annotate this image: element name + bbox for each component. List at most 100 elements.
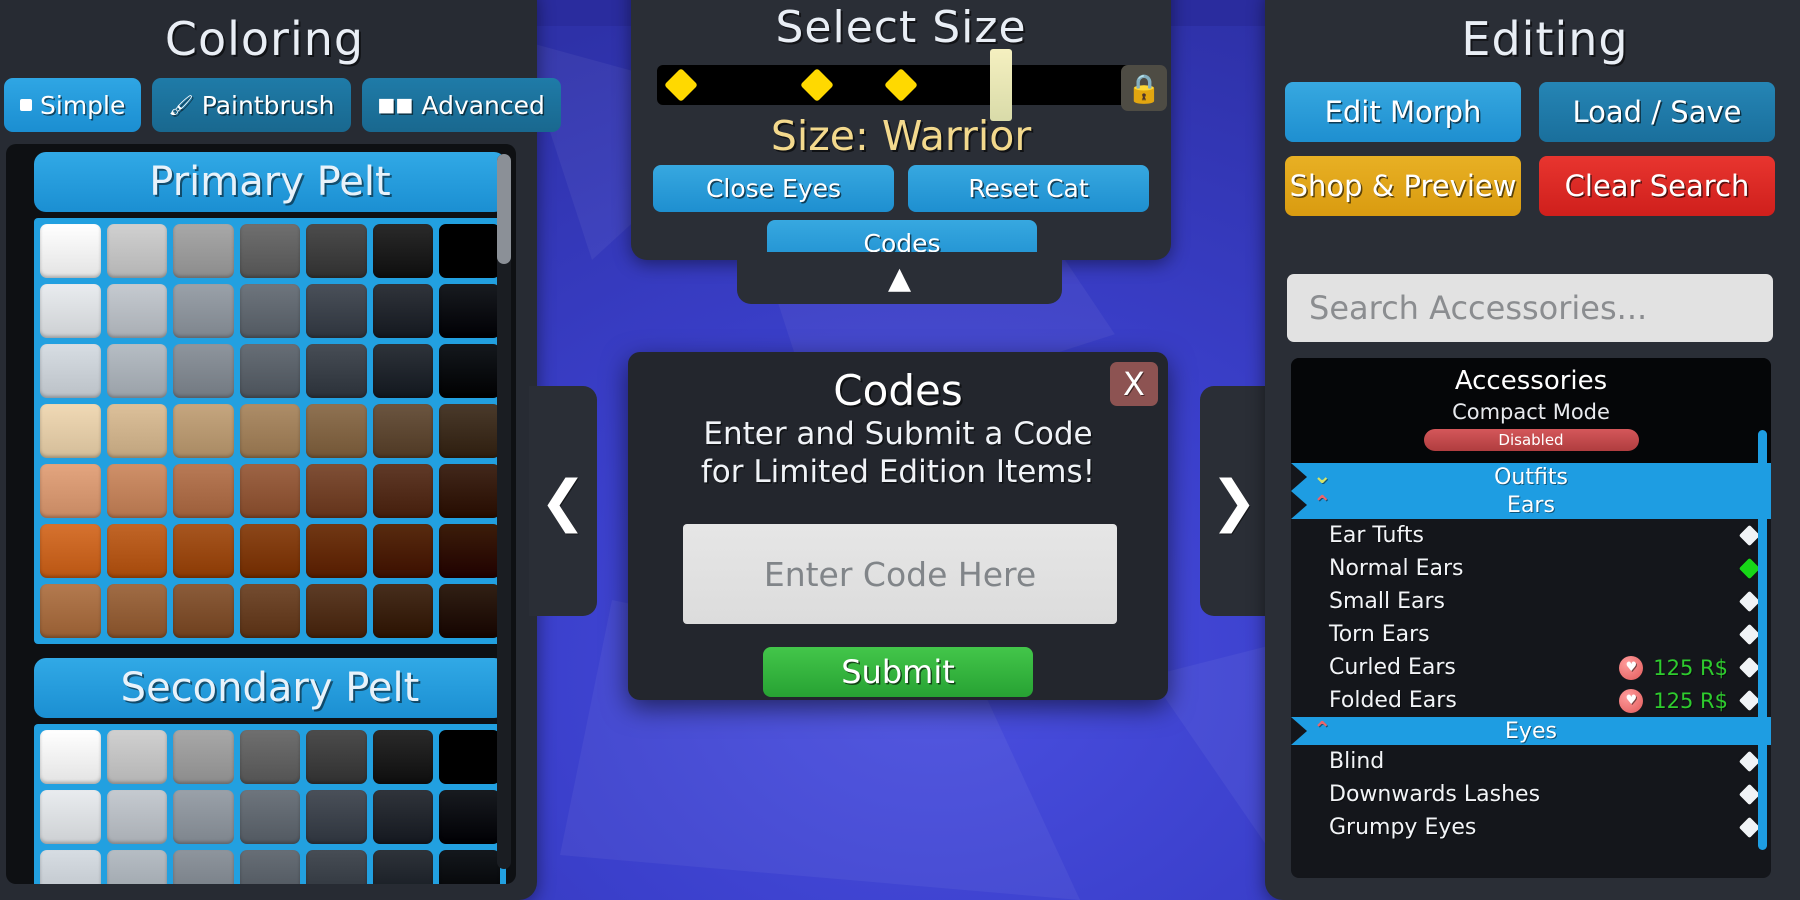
size-notch[interactable] <box>884 68 918 102</box>
color-swatch[interactable] <box>173 284 234 338</box>
section-secondary-pelt[interactable]: Secondary Pelt <box>34 658 506 718</box>
equip-diamond-icon[interactable] <box>1738 816 1761 839</box>
edit-morph-button[interactable]: Edit Morph <box>1285 82 1521 142</box>
color-swatch[interactable] <box>40 730 101 784</box>
color-swatch[interactable] <box>372 404 434 458</box>
color-swatch[interactable] <box>106 344 168 398</box>
color-swatch[interactable] <box>372 224 434 278</box>
section-primary-pelt[interactable]: Primary Pelt <box>34 152 506 212</box>
lock-icon[interactable]: 🔒 <box>1121 65 1167 111</box>
color-swatch[interactable] <box>239 524 301 578</box>
equip-diamond-icon[interactable] <box>1738 783 1761 806</box>
primary-pelt-swatches[interactable] <box>34 218 506 644</box>
accessory-row[interactable]: Normal Ears <box>1291 552 1771 585</box>
color-swatch[interactable] <box>239 404 301 458</box>
previous-page-arrow[interactable]: ❮ <box>529 386 597 616</box>
color-swatch[interactable] <box>306 404 367 458</box>
color-swatch[interactable] <box>439 404 500 458</box>
clear-search-button[interactable]: Clear Search <box>1539 156 1775 216</box>
color-swatch[interactable] <box>40 524 101 578</box>
color-swatch[interactable] <box>40 464 101 518</box>
color-swatch[interactable] <box>439 790 500 844</box>
color-swatch[interactable] <box>306 284 367 338</box>
accessories-list[interactable]: Accessories Compact Mode Disabled ⌄ Outfi… <box>1291 358 1771 878</box>
color-swatch[interactable] <box>372 344 434 398</box>
color-swatch[interactable] <box>439 584 500 638</box>
accessory-row[interactable]: Torn Ears <box>1291 618 1771 651</box>
color-swatch[interactable] <box>372 524 434 578</box>
color-swatch[interactable] <box>439 524 500 578</box>
color-swatch[interactable] <box>173 584 234 638</box>
coloring-scrollbar-thumb[interactable] <box>497 154 511 264</box>
color-swatch[interactable] <box>106 584 168 638</box>
color-swatch[interactable] <box>306 224 367 278</box>
color-swatch[interactable] <box>40 344 101 398</box>
color-swatch[interactable] <box>173 790 234 844</box>
color-swatch[interactable] <box>439 730 500 784</box>
color-swatch[interactable] <box>372 284 434 338</box>
color-swatch[interactable] <box>239 850 301 884</box>
color-swatch[interactable] <box>239 344 301 398</box>
color-swatch[interactable] <box>40 584 101 638</box>
category-header-ears[interactable]: ⌃ Ears <box>1291 491 1771 519</box>
color-swatch[interactable] <box>106 730 168 784</box>
equip-diamond-icon[interactable] <box>1738 524 1761 547</box>
color-swatch[interactable] <box>106 464 168 518</box>
swatch-scroll-area[interactable]: Primary Pelt Secondary Pelt <box>6 144 516 884</box>
tab-paintbrush[interactable]: 🖌 Paintbrush <box>152 78 351 132</box>
tab-simple[interactable]: Simple <box>4 78 142 132</box>
color-swatch[interactable] <box>306 464 367 518</box>
color-swatch[interactable] <box>40 224 101 278</box>
color-swatch[interactable] <box>173 524 234 578</box>
color-swatch[interactable] <box>439 284 500 338</box>
color-swatch[interactable] <box>106 224 168 278</box>
color-swatch[interactable] <box>372 850 434 884</box>
color-swatch[interactable] <box>439 344 500 398</box>
close-eyes-button[interactable]: Close Eyes <box>653 165 894 212</box>
secondary-pelt-swatches[interactable] <box>34 724 506 884</box>
color-swatch[interactable] <box>372 464 434 518</box>
color-swatch[interactable] <box>106 524 168 578</box>
collapse-panel-button[interactable]: ▲ <box>737 252 1062 304</box>
color-swatch[interactable] <box>372 584 434 638</box>
close-icon[interactable]: X <box>1110 362 1158 406</box>
color-swatch[interactable] <box>106 790 168 844</box>
color-swatch[interactable] <box>239 790 301 844</box>
accessory-row[interactable]: Ear Tufts <box>1291 519 1771 552</box>
color-swatch[interactable] <box>239 730 301 784</box>
color-swatch[interactable] <box>106 850 168 884</box>
submit-code-button[interactable]: Submit <box>763 647 1033 697</box>
color-swatch[interactable] <box>372 790 434 844</box>
color-swatch[interactable] <box>239 224 301 278</box>
equip-diamond-icon[interactable] <box>1738 656 1761 679</box>
color-swatch[interactable] <box>173 850 234 884</box>
color-swatch[interactable] <box>173 224 234 278</box>
color-swatch[interactable] <box>306 524 367 578</box>
accessory-row[interactable]: Blind <box>1291 745 1771 778</box>
color-swatch[interactable] <box>239 464 301 518</box>
color-swatch[interactable] <box>40 850 101 884</box>
color-swatch[interactable] <box>439 464 500 518</box>
color-swatch[interactable] <box>306 344 367 398</box>
color-swatch[interactable] <box>106 404 168 458</box>
load-save-button[interactable]: Load / Save <box>1539 82 1775 142</box>
category-header-outfits[interactable]: ⌄ Outfits <box>1291 463 1771 491</box>
shop-preview-button[interactable]: Shop & Preview <box>1285 156 1521 216</box>
code-input[interactable] <box>683 524 1117 624</box>
compact-mode-toggle[interactable]: Disabled <box>1423 429 1639 451</box>
color-swatch[interactable] <box>306 850 367 884</box>
color-swatch[interactable] <box>173 344 234 398</box>
equip-diamond-icon[interactable] <box>1738 623 1761 646</box>
accessory-row[interactable]: Folded Ears ♥ 125 R$ <box>1291 684 1771 717</box>
accessory-row[interactable]: Grumpy Eyes <box>1291 811 1771 844</box>
color-swatch[interactable] <box>439 224 500 278</box>
coloring-scrollbar[interactable] <box>497 154 511 869</box>
equip-diamond-icon[interactable] <box>1738 689 1761 712</box>
tab-advanced[interactable]: ■■ Advanced <box>361 78 561 132</box>
color-swatch[interactable] <box>239 584 301 638</box>
color-swatch[interactable] <box>239 284 301 338</box>
color-swatch[interactable] <box>40 284 101 338</box>
color-swatch[interactable] <box>306 790 367 844</box>
accessory-row[interactable]: Downwards Lashes <box>1291 778 1771 811</box>
reset-cat-button[interactable]: Reset Cat <box>908 165 1149 212</box>
